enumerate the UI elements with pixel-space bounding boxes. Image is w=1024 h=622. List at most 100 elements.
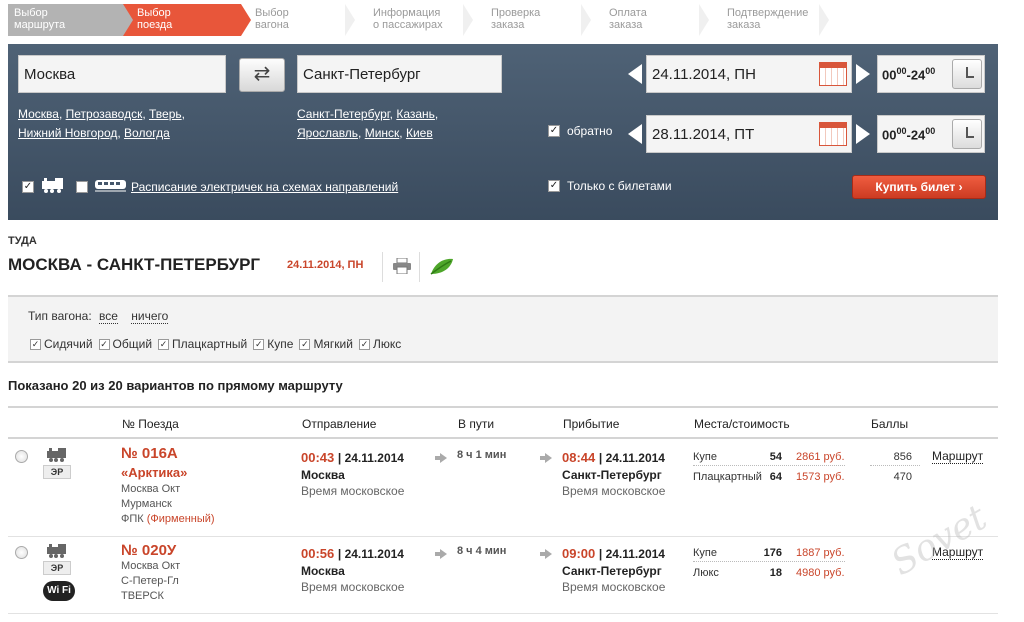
leaf-icon[interactable] bbox=[429, 256, 455, 276]
date-there-value: 24.11.2014, ПН bbox=[652, 66, 756, 83]
step-label: Выбор bbox=[137, 7, 171, 19]
checkbox[interactable]: ✓ bbox=[30, 338, 41, 350]
arrow-right-icon bbox=[435, 453, 447, 463]
travel-duration: 8 ч 1 мин bbox=[457, 449, 507, 461]
results-count: Показано 20 из 20 вариантов по прямому м… bbox=[8, 378, 343, 393]
checkbox[interactable]: ✓ bbox=[158, 338, 170, 350]
prev-date-arrow-icon[interactable] bbox=[628, 124, 642, 144]
next-date-arrow-icon[interactable] bbox=[856, 64, 870, 84]
step-check: Проверка заказа bbox=[477, 4, 595, 36]
locomotive-icon bbox=[47, 544, 66, 558]
step-label: Выбор bbox=[14, 7, 48, 19]
train-info: Москва Окт bbox=[121, 560, 181, 572]
col-arrival[interactable]: Прибытие bbox=[563, 417, 619, 431]
divider bbox=[693, 561, 845, 562]
return-label: обратно bbox=[567, 124, 613, 138]
step-label: вагона bbox=[255, 19, 289, 31]
train-radio[interactable] bbox=[15, 546, 28, 559]
time-from: 00 bbox=[882, 127, 897, 143]
suggestion-link[interactable]: Тверь bbox=[149, 107, 182, 121]
seat-count: 176 bbox=[763, 547, 782, 559]
print-icon[interactable] bbox=[393, 258, 411, 274]
seat-count: 54 bbox=[769, 451, 782, 463]
seat-count: 64 bbox=[769, 471, 782, 483]
from-station-input[interactable]: Москва bbox=[18, 55, 226, 93]
route-date: 24.11.2014, ПН bbox=[287, 259, 364, 271]
only-tickets-checkbox[interactable]: ✓ bbox=[548, 180, 560, 192]
checkbox[interactable]: ✓ bbox=[253, 338, 265, 350]
seat-price: 1887 руб. bbox=[796, 547, 845, 559]
train-number[interactable]: № 016А bbox=[121, 445, 178, 462]
suggestion-link[interactable]: Москва bbox=[18, 107, 59, 121]
next-date-arrow-icon[interactable] bbox=[856, 124, 870, 144]
time-range-back[interactable]: 0000-2400 bbox=[877, 115, 985, 153]
swap-stations-button[interactable]: ⇄ bbox=[239, 58, 285, 92]
col-travel[interactable]: В пути bbox=[458, 417, 494, 431]
table-row[interactable]: ЭР № 016А «Арктика» Москва Окт Мурманск … bbox=[8, 440, 998, 537]
suggestion-link[interactable]: Петрозаводск bbox=[66, 107, 143, 121]
departure-station: Москва bbox=[301, 564, 345, 578]
suggestion-link[interactable]: Минск bbox=[365, 126, 400, 140]
direction-label: ТУДА bbox=[8, 235, 37, 247]
chevron-right-icon: › bbox=[958, 180, 963, 194]
train-checkbox[interactable]: ✓ bbox=[22, 181, 34, 193]
return-checkbox[interactable]: ✓ bbox=[548, 125, 560, 137]
filter-option-label: Сидячий bbox=[44, 337, 93, 351]
departure-station: Москва bbox=[301, 468, 345, 482]
filter-option-sitting[interactable]: ✓ Сидячий bbox=[30, 337, 93, 351]
step-route[interactable]: Выбор маршрута bbox=[8, 4, 133, 36]
buy-ticket-button[interactable]: Купить билет › bbox=[852, 175, 986, 199]
train-number[interactable]: № 020У bbox=[121, 542, 176, 559]
seat-type[interactable]: Купе bbox=[693, 451, 717, 463]
checkbox[interactable]: ✓ bbox=[299, 338, 311, 350]
select-all-link[interactable]: все bbox=[99, 309, 118, 324]
suggestion-link[interactable]: Вологда bbox=[124, 126, 170, 140]
travel-duration: 8 ч 4 мин bbox=[457, 545, 507, 557]
checkbox[interactable]: ✓ bbox=[98, 338, 110, 350]
prev-date-arrow-icon[interactable] bbox=[628, 64, 642, 84]
suburban-train-icon bbox=[95, 180, 126, 192]
suburban-checkbox[interactable] bbox=[76, 181, 88, 193]
step-label: Проверка bbox=[491, 7, 541, 19]
filter-option-coupe[interactable]: ✓ Купе bbox=[253, 337, 293, 351]
er-badge: ЭР bbox=[43, 465, 71, 479]
train-info: Мурманск bbox=[121, 498, 172, 510]
filter-option-common[interactable]: ✓ Общий bbox=[98, 337, 152, 351]
filter-option-lux[interactable]: ✓ Люкс bbox=[358, 337, 401, 351]
seat-price: 1573 руб. bbox=[796, 471, 845, 483]
seat-type[interactable]: Купе bbox=[693, 547, 717, 559]
suggestion-link[interactable]: Нижний Новгород bbox=[18, 126, 117, 140]
seat-price: 4980 руб. bbox=[796, 567, 845, 579]
time-sup: 00 bbox=[925, 126, 936, 136]
table-row[interactable]: ЭР Wi Fi № 020У Москва Окт С-Петер-Гл ТВ… bbox=[8, 538, 998, 614]
calendar-icon[interactable] bbox=[819, 122, 847, 146]
suggestion-link[interactable]: Санкт-Петербург bbox=[297, 107, 390, 121]
col-departure[interactable]: Отправление bbox=[302, 417, 376, 431]
suggestion-link[interactable]: Ярославль bbox=[297, 126, 358, 140]
seat-type[interactable]: Люкс bbox=[693, 567, 719, 579]
suggestion-link[interactable]: Казань bbox=[396, 107, 435, 121]
step-label: Выбор bbox=[255, 7, 289, 19]
suggestion-link[interactable]: Киев bbox=[406, 126, 433, 140]
arrow-right-icon bbox=[435, 549, 447, 559]
date-back-input[interactable]: 28.11.2014, ПТ bbox=[646, 115, 852, 153]
filter-option-label: Плацкартный bbox=[172, 337, 248, 351]
time-range-there[interactable]: 0000-2400 bbox=[877, 55, 985, 93]
schedule-link[interactable]: Расписание электричек на схемах направле… bbox=[131, 180, 398, 194]
select-none-link[interactable]: ничего bbox=[131, 309, 169, 324]
to-station-input[interactable]: Санкт-Петербург bbox=[297, 55, 502, 93]
filter-option-soft[interactable]: ✓ Мягкий bbox=[299, 337, 353, 351]
filter-option-platzkart[interactable]: ✓ Плацкартный bbox=[158, 337, 247, 351]
step-label: маршрута bbox=[14, 19, 66, 31]
step-payment: Оплата заказа bbox=[595, 4, 713, 36]
calendar-icon[interactable] bbox=[819, 62, 847, 86]
filter-option-label: Купе bbox=[267, 337, 294, 351]
route-link[interactable]: Маршрут bbox=[932, 449, 984, 464]
arrival-station: Санкт-Петербург bbox=[562, 468, 662, 482]
train-radio[interactable] bbox=[15, 450, 28, 463]
clock-icon[interactable] bbox=[952, 59, 982, 89]
step-label: поезда bbox=[137, 19, 173, 31]
date-there-input[interactable]: 24.11.2014, ПН bbox=[646, 55, 852, 93]
clock-icon[interactable] bbox=[952, 119, 982, 149]
checkbox[interactable]: ✓ bbox=[358, 338, 370, 350]
